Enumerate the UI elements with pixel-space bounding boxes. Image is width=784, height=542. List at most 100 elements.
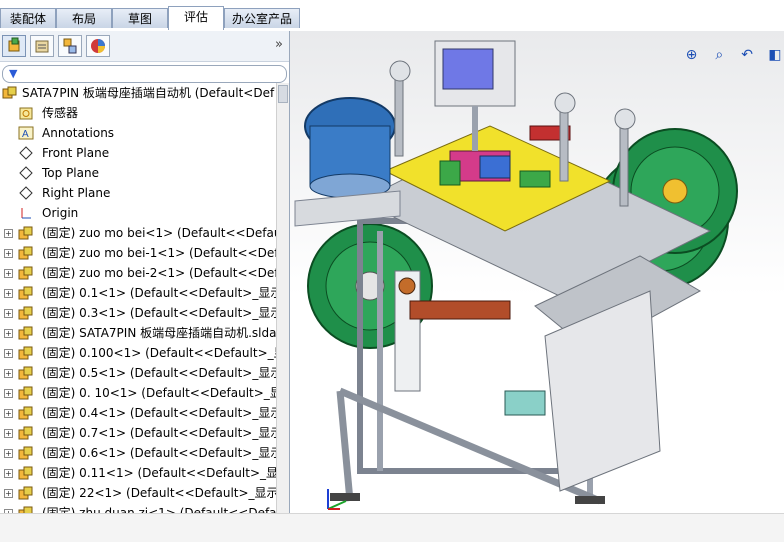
tree-item-label: Annotations — [42, 126, 115, 140]
part-icon — [18, 246, 33, 260]
command-manager-tabs: 装配体 布局 草图 评估 办公室产品 — [0, 0, 300, 31]
property-manager-tab-button[interactable] — [30, 35, 54, 57]
tree-item-label: Top Plane — [42, 166, 99, 180]
part-icon — [18, 346, 33, 360]
expand-toggle-icon[interactable]: + — [4, 269, 13, 278]
feature-tree: SATA7PIN 板端母座插端自动机 (Default<Def 传感器 A Anno… — [0, 83, 276, 513]
display-manager-tab-button[interactable] — [86, 35, 110, 57]
part-icon — [18, 306, 33, 320]
tab-evaluate[interactable]: 评估 — [168, 6, 224, 30]
expand-toggle-icon[interactable]: + — [4, 469, 13, 478]
sensors-icon — [19, 107, 33, 120]
tree-item-label: (固定) zhu duan zi<1> (Default<<Defaul — [42, 506, 276, 513]
tree-item-label: 传感器 — [42, 106, 79, 120]
tab-office-products[interactable]: 办公室产品 — [224, 8, 300, 28]
tree-item[interactable]: + (固定) SATA7PIN 板端母座插端自动机.sldas — [0, 323, 276, 343]
tree-root-label: SATA7PIN 板端母座插端自动机 (Default<Def — [22, 86, 275, 100]
tree-item[interactable]: + (固定) 0.4<1> (Default<<Default>_显示状 — [0, 403, 276, 423]
expand-toggle-icon[interactable]: + — [4, 249, 13, 258]
expand-toggle-icon[interactable]: + — [4, 349, 13, 358]
tree-item[interactable]: + (固定) zuo mo bei-2<1> (Default<<Defa — [0, 263, 276, 283]
tree-root-assembly[interactable]: SATA7PIN 板端母座插端自动机 (Default<Def — [0, 83, 276, 103]
tree-item-label: (固定) 0.5<1> (Default<<Default>_显示状 — [42, 366, 276, 380]
tree-item[interactable]: Front Plane — [0, 143, 276, 163]
property-icon — [35, 40, 49, 53]
part-icon — [18, 426, 33, 440]
expand-toggle-icon[interactable]: + — [4, 489, 13, 498]
part-icon — [18, 506, 33, 513]
plane-icon — [19, 146, 33, 160]
tree-item-label: Origin — [42, 206, 79, 220]
tree-item[interactable]: + (固定) zuo mo bei<1> (Default<<Defaul — [0, 223, 276, 243]
part-icon — [18, 486, 33, 500]
collapse-panel-button[interactable]: » — [275, 37, 283, 52]
configuration-icon — [63, 38, 77, 54]
expand-toggle-icon[interactable]: + — [4, 329, 13, 338]
tree-item[interactable]: + (固定) 0.6<1> (Default<<Default>_显示状 — [0, 443, 276, 463]
tree-item[interactable]: + (固定) 0.5<1> (Default<<Default>_显示状 — [0, 363, 276, 383]
tree-item[interactable]: Origin — [0, 203, 276, 223]
expand-toggle-icon[interactable]: + — [4, 309, 13, 318]
expand-toggle-icon[interactable]: + — [4, 229, 13, 238]
tree-item-label: (固定) 0.3<1> (Default<<Default>_显示状 — [42, 306, 276, 320]
tree-item-label: (固定) 0.7<1> (Default<<Default>_显示状 — [42, 426, 276, 440]
feature-manager-panel: » ▼ SATA7PIN 板端母座插端自动机 (Default<Def 传感器 A… — [0, 31, 290, 513]
feature-manager-tab-button[interactable] — [2, 35, 26, 57]
machine-3d-model — [294, 40, 738, 510]
svg-text:A: A — [22, 129, 29, 140]
origin-icon — [21, 208, 31, 219]
filter-icon: ▼ — [9, 67, 18, 80]
part-icon — [18, 466, 33, 480]
tree-item[interactable]: A Annotations — [0, 123, 276, 143]
part-icon — [18, 326, 33, 340]
tree-item-label: (固定) 0.6<1> (Default<<Default>_显示状 — [42, 446, 276, 460]
tree-item[interactable]: + (固定) 22<1> (Default<<Default>_显示状 — [0, 483, 276, 503]
annotations-icon: A — [18, 126, 34, 140]
part-icon — [18, 266, 33, 280]
tree-item-label: (固定) 22<1> (Default<<Default>_显示状 — [42, 486, 276, 500]
tree-item[interactable]: + (固定) zuo mo bei-1<1> (Default<<Defa — [0, 243, 276, 263]
expand-toggle-icon[interactable]: + — [4, 429, 13, 438]
tree-item[interactable]: + (固定) 0.7<1> (Default<<Default>_显示状 — [0, 423, 276, 443]
tree-item[interactable]: Top Plane — [0, 163, 276, 183]
tree-item-label: (固定) 0.1<1> (Default<<Default>_显示状 — [42, 286, 276, 300]
tree-item-label: Front Plane — [42, 146, 110, 160]
tree-scrollbar-thumb[interactable] — [278, 85, 288, 103]
expand-toggle-icon[interactable]: + — [4, 409, 13, 418]
plane-icon — [19, 166, 33, 180]
expand-toggle-icon[interactable]: + — [4, 449, 13, 458]
tree-item[interactable]: + (固定) 0.3<1> (Default<<Default>_显示状 — [0, 303, 276, 323]
assembly-icon — [2, 86, 17, 99]
expand-toggle-icon[interactable]: + — [4, 389, 13, 398]
tree-item[interactable]: +(固定) zhu duan zi<1> (Default<<Defaul — [0, 503, 276, 513]
tree-filter-input[interactable]: ▼ — [2, 65, 287, 83]
configuration-manager-tab-button[interactable] — [58, 35, 82, 57]
part-icon — [18, 406, 33, 420]
tree-item[interactable]: Right Plane — [0, 183, 276, 203]
expand-toggle-icon[interactable]: + — [4, 289, 13, 298]
tree-item-label: (固定) 0.11<1> (Default<<Default>_显示 — [42, 466, 276, 480]
appearance-icon — [91, 39, 105, 53]
tree-scrollbar[interactable] — [276, 83, 289, 513]
panel-toolbar: » — [0, 31, 289, 62]
plane-icon — [19, 186, 33, 200]
tree-item-label: (固定) SATA7PIN 板端母座插端自动机.sldas — [42, 326, 276, 340]
graphics-viewport[interactable]: ⊕ ⌕ ↶ ◧ — [290, 31, 784, 513]
tab-assembly[interactable]: 装配体 — [0, 8, 56, 28]
tree-item-label: (固定) 0. 10<1> (Default<<Default>_显示 — [42, 386, 276, 400]
part-icon — [18, 226, 33, 240]
part-icon — [18, 446, 33, 460]
tree-item[interactable]: + (固定) 0. 10<1> (Default<<Default>_显示 — [0, 383, 276, 403]
tree-item[interactable]: + (固定) 0.11<1> (Default<<Default>_显示 — [0, 463, 276, 483]
tab-sketch[interactable]: 草图 — [112, 8, 168, 28]
tab-layout[interactable]: 布局 — [56, 8, 112, 28]
feature-tree-icon — [8, 37, 20, 52]
tree-item-label: (固定) zuo mo bei<1> (Default<<Defaul — [42, 226, 276, 240]
status-bar — [0, 513, 784, 542]
part-icon — [18, 386, 33, 400]
tree-item-label: (固定) zuo mo bei-2<1> (Default<<Defa — [42, 266, 276, 280]
expand-toggle-icon[interactable]: + — [4, 369, 13, 378]
tree-item[interactable]: + (固定) 0.100<1> (Default<<Default>_显示 — [0, 343, 276, 363]
tree-item[interactable]: 传感器 — [0, 103, 276, 123]
tree-item[interactable]: + (固定) 0.1<1> (Default<<Default>_显示状 — [0, 283, 276, 303]
